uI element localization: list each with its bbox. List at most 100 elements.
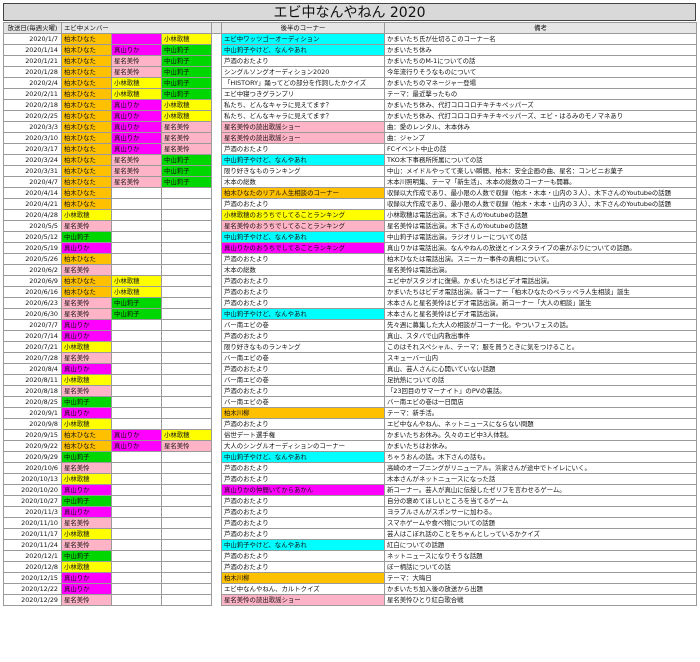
member-cell [161,396,212,408]
member-cell [161,253,212,265]
member-cell: 柏木ひなた [61,55,112,67]
sheet-title: エビ中なんやねん 2020 [3,3,696,21]
member-cell: 星名美怜 [61,297,112,309]
broadcast-date-cell: 2020/11/17 [3,528,62,540]
table-row: 2020/12/22 真山りか エビ中なんやねん、カルトクイズ かまいたち加入後の放送… [3,583,697,595]
member-cell: 真山りか [61,572,112,584]
member-cell [161,220,212,232]
member-cell: 小林歌穂 [61,374,112,386]
table-row: 2020/11/10 星名美怜 芦酒のおたより スマホゲームや食べ物についての話題 [3,517,697,529]
note-cell: かまいたちのマネージャー登場 [384,77,697,89]
member-cell: 真山りか [111,99,162,111]
table-row: 2020/7/7 真山りか バー南エビの巻 先々週に募集した大人の相談がコーナー化。や… [3,319,697,331]
member-cell [111,253,162,265]
member-cell [111,242,162,254]
corner-cell: シングルソングオーディション2020 [221,66,385,78]
corner-cell: 中山莉子やけど、なんやあれ [221,308,385,320]
member-cell [161,473,212,485]
corner-cell: バー南エビの巻 [221,319,385,331]
broadcast-date-cell: 2020/8/4 [3,363,62,375]
column-gap [211,407,222,419]
note-cell: 足抗熱についての話 [384,374,697,386]
member-cell [111,187,162,199]
column-gap [211,154,222,166]
broadcast-date-cell: 2020/6/9 [3,275,62,287]
note-cell: 木本川照明集、テーマ「新生活」、木本の総数のコーナーも開幕。 [384,176,697,188]
column-gap [211,77,222,89]
note-cell: 星名美怜は電話出演。 [384,264,697,276]
member-cell: 小林歌穂 [111,88,162,100]
member-cell [161,495,212,507]
member-cell [111,583,162,595]
table-row: 2020/1/7 柏木ひなた 小林歌穂 エビ中ワッツゴーオーディション かまいたち氏が仕… [3,33,697,45]
member-cell [161,308,212,320]
member-cell: 小林歌穂 [161,99,212,111]
member-cell: 真山りか [111,121,162,133]
corner-cell: バー南エビの巻 [221,352,385,364]
note-cell: エビ中がスタジオに復帰。かまいたちはビデオ電話出演。 [384,275,697,287]
note-cell: 今年流行りそうなものについて [384,66,697,78]
broadcast-date-cell: 2020/5/19 [3,242,62,254]
member-cell [161,451,212,463]
note-cell: バー南エビの巻は一日開店 [384,396,697,408]
table-row: 2020/12/8 小林歌穂 芦酒のおたより ぼー柄話についての話 [3,561,697,573]
member-cell: 真山りか [111,44,162,56]
member-cell: 真山りか [111,143,162,155]
member-cell [111,385,162,397]
corner-cell: 中山莉子やけど、なんやあれ [221,231,385,243]
member-cell: 星名美怜 [61,462,112,474]
note-cell: かまいたち氏が仕切るこのコーナー名 [384,33,697,45]
note-cell: 中山莉子は電話出演。ラジオリレーについての話 [384,231,697,243]
member-cell: 小林歌穂 [161,110,212,122]
broadcast-date-cell: 2020/2/18 [3,99,62,111]
corner-cell: 芦酒のおたより [221,363,385,375]
column-gap [211,473,222,485]
member-cell [111,451,162,463]
corner-cell: 私たち、どんなキャラに見えてます？ [221,99,385,111]
column-gap [211,396,222,408]
column-gap [211,165,222,177]
note-cell: 収録以大作成であり、最小限の人数で収録（柏木・木本・山内の３人）、木下さんのYo… [384,198,697,210]
broadcast-date-cell: 2020/7/28 [3,352,62,364]
note-cell: 高崎のオープニングがリニューアル。浜家さんが途中でトイレにいく。 [384,462,697,474]
member-cell [111,264,162,276]
member-cell: 星名美怜 [111,55,162,67]
note-cell: 収録以大作成であり、最小限の人数で収録（柏木・木本・山内の３人）、木下さんのYo… [384,187,697,199]
member-cell: 中山莉子 [61,451,112,463]
note-cell: ネットニュースになりそうな話題 [384,550,697,562]
member-cell [161,418,212,430]
note-cell: 自分の褒めてほしいところを当てるゲーム [384,495,697,507]
member-cell [161,231,212,243]
member-cell: 真山りか [61,242,112,254]
broadcast-date-cell: 2020/8/18 [3,385,62,397]
member-cell: 真山りか [61,363,112,375]
broadcast-date-cell: 2020/8/11 [3,374,62,386]
table-row: 2020/3/10 柏木ひなた 真山りか 星名美怜 星名美怜の読出歌謡ショー 曲：ジャンプ [3,132,697,144]
broadcast-date-cell: 2020/12/22 [3,583,62,595]
table-row: 2020/11/24 星名美怜 中山莉子やけど、なんやあれ 紅白についての話題 [3,539,697,551]
corner-cell: エビ中寝つきグランプリ [221,88,385,100]
column-gap [211,297,222,309]
column-gap [211,550,222,562]
member-cell [111,506,162,518]
member-cell: 星名美怜 [161,440,212,452]
table-row: 2020/10/20 真山りか 真山りかの仲間いてからあかん 新コーナー。芸人が真山に… [3,484,697,496]
member-cell: 小林歌穂 [61,341,112,353]
note-cell: ヨラブルさんがスポンサーに加わる。 [384,506,697,518]
member-cell [111,528,162,540]
member-cell [111,517,162,529]
member-cell [161,462,212,474]
table-row: 2020/10/27 中山莉子 芦酒のおたより 自分の褒めてほしいところを当てるゲーム [3,495,697,507]
member-cell [161,517,212,529]
member-cell [111,341,162,353]
note-cell: エビ中なんやねん、ネットニュースにならない問題 [384,418,697,430]
broadcast-date-cell: 2020/3/31 [3,165,62,177]
member-cell [161,385,212,397]
broadcast-table: 放送日(毎週火曜) エビ中メンバー 後半のコーナー 備考 2020/1/7 柏木ひ… [3,22,697,606]
note-cell: 曲：ジャンプ [384,132,697,144]
corner-cell: 中山莉子やけど、なんやあれ [221,44,385,56]
broadcast-date-cell: 2020/10/20 [3,484,62,496]
member-cell: 中山莉子 [161,88,212,100]
member-cell: 中山莉子 [161,55,212,67]
column-gap [211,121,222,133]
